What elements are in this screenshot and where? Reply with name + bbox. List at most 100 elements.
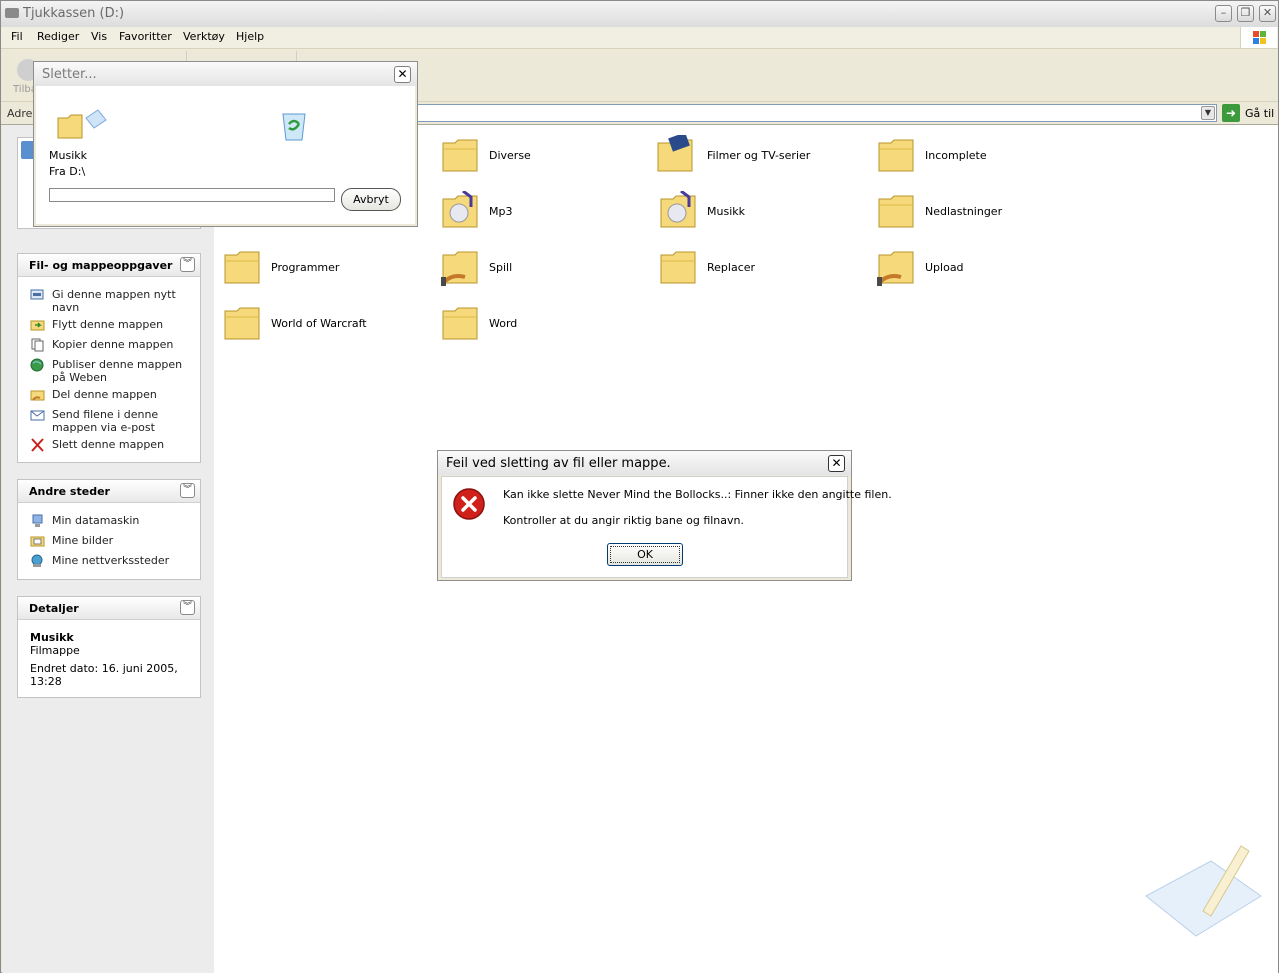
flying-folder-icon (57, 109, 107, 139)
drive-icon (5, 8, 19, 18)
deleting-dialog: Sletter... ✕ Musikk Fra D:\ Avbryt (33, 61, 418, 227)
detail-name: Musikk (30, 631, 74, 644)
folder-item[interactable]: Spill (441, 247, 641, 297)
folder-label[interactable]: Programmer (271, 261, 339, 274)
folder-icon (878, 139, 914, 172)
go-arrow-icon[interactable]: ➜ (1222, 104, 1240, 122)
cancel-button[interactable]: Avbryt (341, 188, 401, 211)
collapse-chevron-icon[interactable]: ︾ (180, 257, 195, 272)
task-label[interactable]: Slett denne mappen (52, 438, 186, 451)
place-label[interactable]: Mine bilder (52, 534, 186, 547)
ok-button[interactable]: OK (607, 543, 683, 566)
folder-item[interactable]: World of Warcraft (223, 303, 423, 353)
task-label[interactable]: Publiser denne mappen på Weben (52, 358, 186, 384)
shared-folder-icon (441, 251, 478, 287)
move-folder-icon (30, 318, 46, 332)
folder-item[interactable]: Programmer (223, 247, 423, 297)
folder-label[interactable]: Musikk (707, 205, 745, 218)
folder-icon (660, 251, 696, 284)
collapse-chevron-icon[interactable]: ︾ (180, 600, 195, 615)
email-icon (30, 408, 46, 422)
globe-icon (30, 358, 46, 372)
task-label[interactable]: Send filene i denne mappen via e-post (52, 408, 186, 434)
folder-icon (442, 139, 478, 172)
chevron-down-icon[interactable]: ▼ (1201, 106, 1215, 120)
deleting-from: Fra D:\ (49, 165, 86, 178)
dialog-title-bar[interactable]: Sletter... ✕ (34, 62, 417, 86)
folder-icon (442, 307, 478, 340)
folder-label[interactable]: Spill (489, 261, 512, 274)
task-label[interactable]: Kopier denne mappen (52, 338, 186, 351)
place-label[interactable]: Min datamaskin (52, 514, 186, 527)
folder-icon (878, 195, 914, 228)
shared-folder-icon (877, 251, 914, 287)
panel-header[interactable]: Detaljer ︾ (18, 597, 200, 620)
menu-hjelp[interactable]: Hjelp (236, 30, 264, 43)
minimize-button[interactable]: – (1215, 5, 1232, 22)
panel-header[interactable]: Fil- og mappeoppgaver ︾ (18, 254, 200, 277)
menu-bar: Fil Rediger Vis Favoritter Verktøy Hjelp (1, 27, 1278, 49)
folder-item[interactable]: Word (441, 303, 641, 353)
folder-label[interactable]: Incomplete (925, 149, 987, 162)
task-label[interactable]: Flytt denne mappen (52, 318, 186, 331)
folder-item[interactable]: Musikk (659, 191, 859, 241)
menu-vis[interactable]: Vis (91, 30, 107, 43)
recycle-bin-icon (282, 113, 306, 141)
folder-label[interactable]: World of Warcraft (271, 317, 367, 330)
music-folder-icon (660, 191, 696, 228)
folder-label[interactable]: Upload (925, 261, 964, 274)
collapse-chevron-icon[interactable]: ︾ (180, 483, 195, 498)
menu-fil[interactable]: Fil (11, 30, 23, 43)
dialog-title: Feil ved sletting av fil eller mappe. (446, 456, 671, 471)
video-folder-icon (657, 135, 693, 172)
folder-item[interactable]: Mp3 (441, 191, 641, 241)
go-button-label[interactable]: Gå til (1245, 107, 1274, 120)
folder-icon (224, 251, 260, 284)
close-icon[interactable]: ✕ (394, 66, 411, 83)
folder-item[interactable]: Nedlastninger (877, 191, 1077, 241)
progress-bar (49, 188, 335, 202)
music-folder-icon (442, 191, 478, 228)
windows-logo-icon (1240, 27, 1277, 48)
close-icon[interactable]: ✕ (828, 455, 845, 472)
error-message: Kan ikke slette Never Mind the Bollocks.… (503, 488, 892, 501)
restore-button[interactable]: ❐ (1237, 5, 1254, 22)
menu-favoritter[interactable]: Favoritter (119, 30, 172, 43)
close-button[interactable]: ✕ (1259, 5, 1276, 22)
task-label[interactable]: Del denne mappen (52, 388, 186, 401)
folder-item[interactable]: Diverse (441, 135, 641, 185)
notepad-watermark-icon (1145, 845, 1262, 937)
detail-modified: Endret dato: 16. juni 2005, 13:28 (30, 662, 178, 688)
delete-x-icon (30, 438, 46, 452)
error-hint: Kontroller at du angir riktig bane og fi… (503, 514, 745, 527)
panel-title: Andre steder (29, 485, 110, 498)
menu-verktoy[interactable]: Verktøy (183, 30, 225, 43)
folder-icon (224, 307, 260, 340)
folder-label[interactable]: Word (489, 317, 517, 330)
folder-item[interactable]: Replacer (659, 247, 859, 297)
pictures-folder-icon (30, 534, 46, 548)
dialog-title: Sletter... (42, 67, 97, 82)
folder-label[interactable]: Replacer (707, 261, 755, 274)
panel-header[interactable]: Andre steder ︾ (18, 480, 200, 503)
error-dialog: Feil ved sletting av fil eller mappe. ✕ … (437, 450, 892, 581)
folder-item[interactable]: Incomplete (877, 135, 1077, 185)
menu-rediger[interactable]: Rediger (37, 30, 79, 43)
folder-item[interactable]: Upload (877, 247, 1077, 297)
computer-icon (30, 514, 46, 528)
deleting-item-name: Musikk (49, 149, 87, 162)
copy-icon (30, 338, 46, 352)
folder-item[interactable]: Filmer og TV-serier (656, 135, 856, 185)
title-bar[interactable]: Tjukkassen (D:) – ❐ ✕ (1, 1, 1278, 28)
panel-details: Detaljer ︾ Musikk Filmappe Endret dato: … (17, 596, 201, 698)
panel-file-tasks: Fil- og mappeoppgaver ︾ Gi denne mappen … (17, 253, 201, 463)
dialog-title-bar[interactable]: Feil ved sletting av fil eller mappe. ✕ (438, 451, 851, 475)
folder-label[interactable]: Mp3 (489, 205, 512, 218)
place-label[interactable]: Mine nettverkssteder (52, 554, 186, 567)
folder-label[interactable]: Diverse (489, 149, 531, 162)
task-label[interactable]: Gi denne mappen nytt navn (52, 288, 186, 314)
error-icon (453, 488, 485, 520)
folder-label[interactable]: Filmer og TV-serier (707, 149, 810, 162)
panel-other-places: Andre steder ︾ Min datamaskin Mine bilde… (17, 479, 201, 580)
folder-label[interactable]: Nedlastninger (925, 205, 1002, 218)
